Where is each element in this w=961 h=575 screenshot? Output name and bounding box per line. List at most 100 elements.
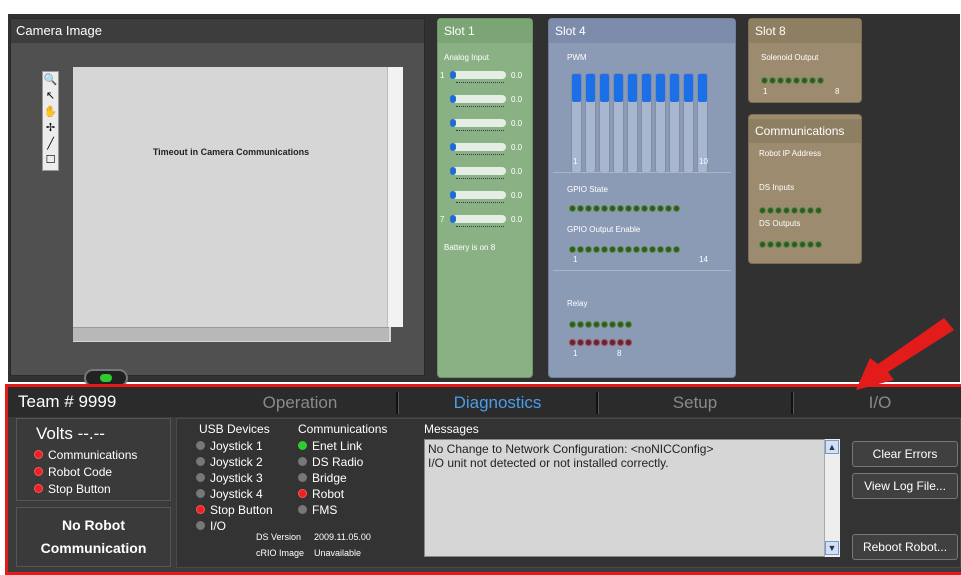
- pwm-slider[interactable]: [599, 73, 610, 173]
- team-number: Team # 9999: [18, 392, 117, 411]
- no-robot-label: No Robot: [62, 517, 125, 533]
- slot4-title: Slot 4: [549, 19, 735, 43]
- solenoid-output-label: Solenoid Output: [761, 53, 819, 62]
- crosshair-icon[interactable]: ✢: [43, 120, 58, 136]
- ds-version-label: DS Version: [256, 532, 302, 542]
- robot-communication-box: [16, 507, 171, 567]
- communications-header: Communications: [298, 422, 388, 436]
- gray-led-icon: [298, 473, 307, 482]
- pwm-slider[interactable]: [627, 73, 638, 173]
- gray-led-icon: [196, 473, 205, 482]
- tab-separator: [596, 392, 599, 414]
- relay-label: Relay: [567, 299, 588, 308]
- scroll-down-icon[interactable]: ▼: [825, 541, 839, 555]
- ds-outputs-leds: [759, 235, 859, 248]
- reboot-robot-button[interactable]: Reboot Robot...: [852, 534, 958, 560]
- usb-joystick-1: Joystick 1: [196, 439, 263, 453]
- green-led-icon: [298, 441, 307, 450]
- gray-led-icon: [196, 441, 205, 450]
- pwm-slider[interactable]: [655, 73, 666, 173]
- analog-value: 0.0: [511, 143, 523, 152]
- analog-value: 0.0: [511, 71, 523, 80]
- analog-channel-number: 7: [440, 215, 445, 224]
- messages-text: No Change to Network Configuration: <noN…: [428, 442, 828, 470]
- analog-slider[interactable]: [450, 167, 506, 175]
- tab-diagnostics[interactable]: Diagnostics: [405, 391, 590, 415]
- view-log-file-button[interactable]: View Log File...: [852, 473, 958, 499]
- analog-slider[interactable]: [450, 191, 506, 199]
- red-led-icon: [34, 467, 43, 476]
- rectangle-tool-icon[interactable]: ☐: [43, 152, 58, 168]
- usb-joystick-4: Joystick 4: [196, 487, 263, 501]
- usb-joystick-2: Joystick 2: [196, 455, 263, 469]
- status-communications: Communications: [34, 448, 137, 462]
- ds-outputs-label: DS Outputs: [759, 219, 801, 228]
- gray-led-icon: [298, 505, 307, 514]
- pwm-slider[interactable]: [669, 73, 680, 173]
- messages-header: Messages: [424, 422, 479, 436]
- battery-volts: Volts --.--: [36, 424, 105, 443]
- solenoid-leds: [761, 71, 861, 84]
- gpio-output-label: GPIO Output Enable: [567, 225, 641, 234]
- analog-scale-ticks: [456, 130, 504, 134]
- solenoid-min-label: 1: [763, 87, 768, 96]
- pwm-slider[interactable]: [641, 73, 652, 173]
- analog-value: 0.0: [511, 215, 523, 224]
- pwm-max-label: 10: [699, 157, 708, 166]
- analog-channel-number: 1: [440, 71, 445, 80]
- relay-min-label: 1: [573, 349, 578, 358]
- camera-horizontal-scrollbar[interactable]: [73, 327, 389, 341]
- camera-timeout-message: Timeout in Camera Communications: [152, 147, 310, 157]
- divider: [553, 270, 731, 271]
- comm-robot: Robot: [298, 487, 344, 501]
- robot-ip-label: Robot IP Address: [759, 149, 822, 158]
- camera-view: [73, 67, 391, 342]
- pointer-icon[interactable]: ↖: [43, 88, 58, 104]
- analog-slider[interactable]: [450, 143, 506, 151]
- comm-ds-radio: DS Radio: [298, 455, 363, 469]
- analog-value: 0.0: [511, 119, 523, 128]
- ds-inputs-leds: [759, 201, 859, 214]
- comm-bridge: Bridge: [298, 471, 347, 485]
- pwm-slider[interactable]: [683, 73, 694, 173]
- messages-scrollbar[interactable]: ▲ ▼: [824, 439, 840, 557]
- line-tool-icon[interactable]: ╱: [43, 136, 58, 152]
- gpio-state-leds: [569, 199, 729, 212]
- usb-stop-button: Stop Button: [196, 503, 273, 517]
- solenoid-max-label: 8: [835, 87, 840, 96]
- comm-fms: FMS: [298, 503, 337, 517]
- analog-scale-ticks: [456, 82, 504, 86]
- ds-version-value: 2009.11.05.00: [314, 532, 371, 542]
- relay-max-label: 8: [617, 349, 622, 358]
- pwm-label: PWM: [567, 53, 587, 62]
- camera-panel: Camera Image 🔍 ↖ ✋ ✢ ╱ ☐ Timeout in Came…: [10, 18, 425, 387]
- analog-scale-ticks: [456, 226, 504, 230]
- tab-setup[interactable]: Setup: [605, 391, 785, 415]
- pwm-slider[interactable]: [585, 73, 596, 173]
- analog-scale-ticks: [456, 106, 504, 110]
- usb-devices-header: USB Devices: [199, 422, 270, 436]
- gray-led-icon: [196, 489, 205, 498]
- comm-enet-link: Enet Link: [298, 439, 362, 453]
- analog-slider[interactable]: [450, 71, 506, 79]
- analog-slider[interactable]: [450, 95, 506, 103]
- clear-errors-button[interactable]: Clear Errors: [852, 441, 958, 467]
- analog-slider[interactable]: [450, 215, 506, 223]
- zoom-icon[interactable]: 🔍: [43, 72, 58, 88]
- slot8-panel: Slot 8 Solenoid Output 1 8: [748, 18, 862, 103]
- pan-hand-icon[interactable]: ✋: [43, 104, 58, 120]
- red-led-icon: [34, 484, 43, 493]
- tab-operation[interactable]: Operation: [210, 391, 390, 415]
- analog-value: 0.0: [511, 95, 523, 104]
- message-line: I/O unit not detected or not installed c…: [428, 456, 669, 470]
- analog-slider[interactable]: [450, 119, 506, 127]
- camera-vertical-scrollbar[interactable]: [387, 67, 403, 327]
- communications-panel: Communications Robot IP Address DS Input…: [748, 114, 862, 264]
- slot4-panel: Slot 4 PWM 1 10 GPIO State GPIO Output E…: [548, 18, 736, 378]
- usb-joystick-3: Joystick 3: [196, 471, 263, 485]
- pwm-slider[interactable]: [613, 73, 624, 173]
- scroll-up-icon[interactable]: ▲: [825, 440, 839, 454]
- communications-title: Communications: [749, 119, 861, 143]
- communication-label: Communication: [40, 540, 147, 556]
- slot8-title: Slot 8: [749, 19, 861, 43]
